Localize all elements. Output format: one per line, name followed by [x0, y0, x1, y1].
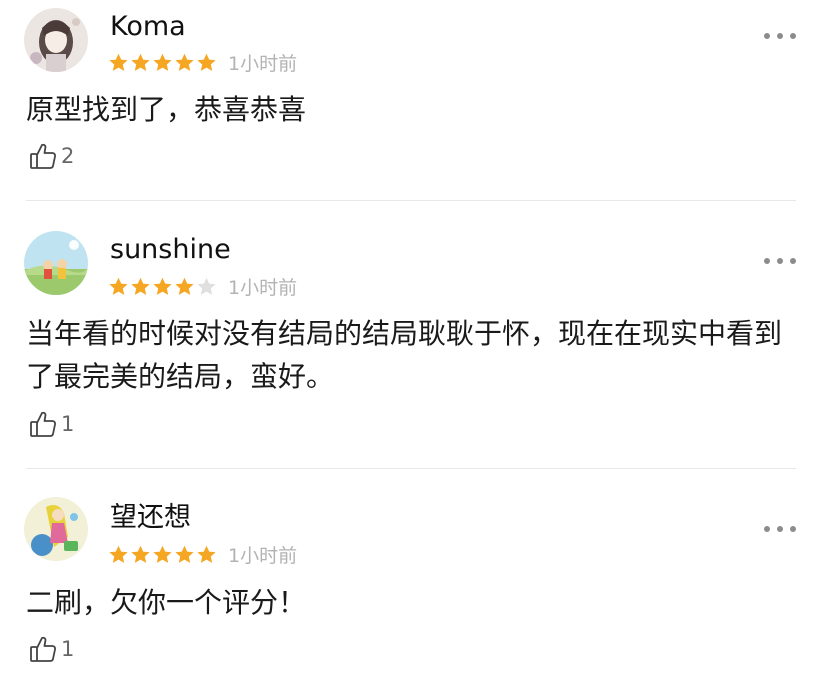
more-dots-icon[interactable] [764, 30, 796, 42]
like-button[interactable]: 1 [28, 634, 74, 664]
thumbs-up-icon [28, 634, 58, 664]
star-filled-icon [130, 544, 151, 565]
username[interactable]: 望还想 [110, 502, 191, 534]
like-count: 2 [61, 144, 75, 168]
star-filled-icon [130, 276, 151, 297]
username[interactable]: sunshine [110, 234, 231, 266]
star-filled-icon [108, 276, 129, 297]
more-dots-icon[interactable] [764, 523, 796, 535]
star-rating [108, 276, 218, 297]
star-filled-icon [174, 276, 195, 297]
username[interactable]: Koma [110, 11, 186, 43]
star-rating [108, 544, 218, 565]
star-filled-icon [196, 544, 217, 565]
star-filled-icon [108, 544, 129, 565]
star-filled-icon [152, 276, 173, 297]
star-empty-icon [196, 276, 217, 297]
star-filled-icon [174, 544, 195, 565]
like-button[interactable]: 2 [28, 141, 74, 171]
star-filled-icon [130, 52, 151, 73]
timestamp: 1小时前 [228, 544, 298, 567]
like-count: 1 [61, 412, 75, 436]
comment-text: 当年看的时候对没有结局的结局耿耿于怀，现在在现实中看到了最完美的结局，蛮好。 [26, 317, 783, 393]
comment-text: 原型找到了，恭喜恭喜 [26, 93, 307, 126]
thumbs-up-icon [28, 409, 58, 439]
avatar[interactable] [24, 8, 88, 72]
like-button[interactable]: 1 [28, 409, 74, 439]
divider [26, 468, 796, 469]
star-filled-icon [174, 52, 195, 73]
rating-row: 1小时前 [108, 49, 297, 75]
rating-row: 1小时前 [108, 273, 297, 299]
more-dots-icon[interactable] [764, 255, 796, 267]
timestamp: 1小时前 [228, 52, 298, 75]
rating-row: 1小时前 [108, 541, 297, 567]
star-filled-icon [152, 544, 173, 565]
divider [26, 200, 796, 201]
star-rating [108, 52, 218, 73]
thumbs-up-icon [28, 141, 58, 171]
star-filled-icon [196, 52, 217, 73]
comment-text: 二刷，欠你一个评分！ [26, 586, 307, 619]
avatar[interactable] [24, 497, 88, 561]
like-count: 1 [61, 637, 75, 661]
star-filled-icon [108, 52, 129, 73]
timestamp: 1小时前 [228, 276, 298, 299]
star-filled-icon [152, 52, 173, 73]
avatar[interactable] [24, 231, 88, 295]
